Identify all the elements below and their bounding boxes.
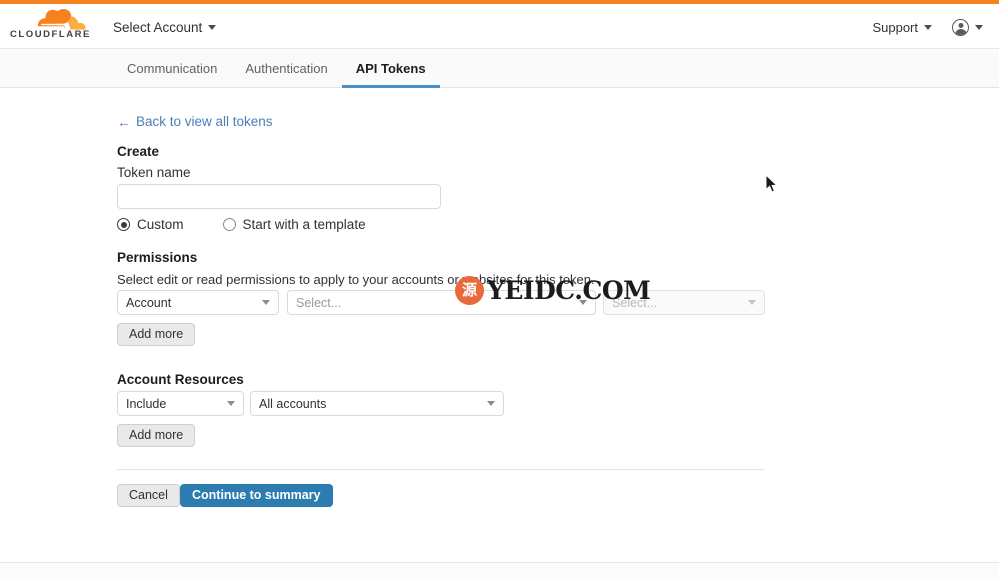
token-mode-radio-group: Custom Start with a template [117, 217, 366, 232]
chevron-down-icon [262, 300, 270, 305]
tab-authentication[interactable]: Authentication [231, 50, 341, 88]
radio-template-label: Start with a template [242, 217, 366, 232]
cancel-button[interactable]: Cancel [117, 484, 180, 507]
chevron-down-icon [748, 300, 756, 305]
continue-to-summary-button[interactable]: Continue to summary [180, 484, 333, 507]
radio-custom-indicator [117, 218, 130, 231]
chevron-down-icon [579, 300, 587, 305]
tab-bar: Communication Authentication API Tokens [0, 50, 999, 88]
account-resource-mode-value: Include [126, 396, 167, 411]
cloudflare-cloud-icon [37, 9, 86, 30]
chevron-down-icon [487, 401, 495, 406]
back-to-all-tokens-link[interactable]: ← Back to view all tokens [117, 114, 273, 129]
radio-custom-label: Custom [137, 217, 184, 232]
chevron-down-icon [975, 25, 983, 30]
permissions-description: Select edit or read permissions to apply… [117, 272, 595, 287]
account-resources-section-title: Account Resources [117, 372, 244, 387]
permission-group-value: Account [126, 295, 172, 310]
create-section-title: Create [117, 144, 160, 159]
account-resource-scope-select[interactable]: All accounts [250, 391, 504, 416]
account-selector[interactable]: Select Account [113, 20, 217, 35]
cloudflare-api-token-page: CLOUDFLARE Select Account Support Commun… [0, 0, 999, 580]
user-circle-icon [952, 19, 969, 36]
permission-group-select[interactable]: Account [117, 290, 279, 315]
user-account-menu[interactable] [952, 19, 983, 36]
account-resource-mode-select[interactable]: Include [117, 391, 244, 416]
arrow-left-icon: ← [117, 113, 131, 130]
form-divider [117, 469, 765, 470]
token-name-label: Token name [117, 165, 191, 180]
token-name-input[interactable] [117, 184, 441, 209]
add-more-permissions-button[interactable]: Add more [117, 323, 196, 346]
radio-option-template[interactable]: Start with a template [222, 217, 366, 232]
permissions-section-title: Permissions [117, 250, 198, 265]
radio-option-custom[interactable]: Custom [117, 217, 184, 232]
permission-access-value: Select... [612, 295, 658, 310]
tab-list: Communication Authentication API Tokens [113, 50, 440, 88]
support-label: Support [872, 20, 918, 35]
permission-resource-select[interactable]: Select... [287, 290, 596, 315]
chevron-down-icon [924, 25, 932, 30]
add-more-resources-button[interactable]: Add more [117, 424, 196, 447]
account-selector-label: Select Account [113, 20, 203, 35]
cloudflare-wordmark: CLOUDFLARE [10, 29, 91, 40]
chevron-down-icon [208, 25, 217, 30]
chevron-down-icon [227, 401, 235, 406]
tab-api-tokens[interactable]: API Tokens [341, 50, 440, 88]
account-resource-scope-value: All accounts [259, 396, 327, 411]
tab-communication[interactable]: Communication [113, 50, 231, 88]
app-header: CLOUDFLARE Select Account Support [0, 4, 999, 49]
back-link-label: Back to view all tokens [136, 114, 273, 129]
permission-resource-value: Select... [296, 295, 342, 310]
support-menu[interactable]: Support [872, 20, 932, 35]
radio-template-indicator [222, 218, 236, 231]
header-right-group: Support [872, 19, 983, 36]
cloudflare-logo[interactable]: CLOUDFLARE [10, 9, 90, 45]
permission-access-select: Select... [603, 290, 765, 315]
page-footer [0, 562, 999, 580]
